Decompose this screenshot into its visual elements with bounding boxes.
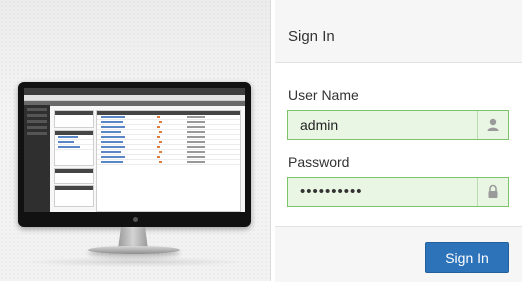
password-field[interactable]: •••••••••• xyxy=(287,177,509,207)
password-label: Password xyxy=(288,154,350,170)
lock-icon xyxy=(477,178,508,206)
password-value: •••••••••• xyxy=(300,183,363,200)
signin-title: Sign In xyxy=(288,28,335,45)
user-icon xyxy=(477,111,508,139)
signin-header: Sign In xyxy=(275,0,522,63)
monitor-illustration xyxy=(18,82,251,227)
username-field[interactable]: admin xyxy=(287,110,509,140)
signin-button[interactable]: Sign In xyxy=(425,242,509,273)
monitor-logo xyxy=(132,217,138,222)
username-label: User Name xyxy=(288,87,359,103)
username-value: admin xyxy=(300,117,339,133)
illustration-panel xyxy=(0,0,271,281)
monitor-shadow xyxy=(20,257,250,267)
monitor-base xyxy=(88,246,180,254)
app-screenshot-thumbnail xyxy=(24,88,245,212)
